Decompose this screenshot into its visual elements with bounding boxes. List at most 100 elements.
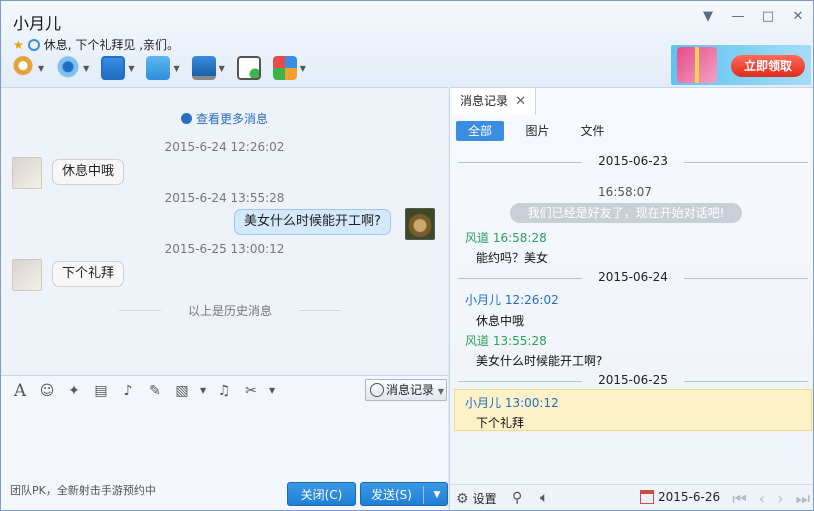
history-filters: 全部 图片 文件 xyxy=(456,121,620,141)
video-clip-icon[interactable]: ▤ xyxy=(92,382,110,400)
last-page-icon[interactable]: ⏭︎ xyxy=(796,489,810,509)
minimize-icon[interactable]: — xyxy=(731,7,745,25)
promo-banner[interactable]: 立即领取 xyxy=(671,45,811,85)
message-bubble: 下个礼拜 xyxy=(52,261,125,287)
tab-label: 消息记录 xyxy=(460,94,509,108)
voice-message-icon[interactable]: ♪ xyxy=(119,382,137,400)
avatar[interactable] xyxy=(12,157,42,189)
input-toolbar: A ☺ ✦ ▤ ♪ ✎ ▧ ▼ ♫ ✂ ▼ xyxy=(11,380,275,402)
toolbar: ▼ ▼ ▼ ▼ ▼ ▼ xyxy=(11,55,306,81)
chevron-down-icon[interactable]: ▼ xyxy=(427,483,447,507)
star-icon: ★ xyxy=(13,37,24,52)
filter-files[interactable]: 文件 xyxy=(565,121,620,141)
message-timestamp: 2015-6-24 12:26:02 xyxy=(164,140,285,154)
remote-assist-button[interactable]: ▼ xyxy=(101,55,134,81)
history-sender: 小月儿 13:00:12 xyxy=(465,396,559,410)
history-text: 下个礼拜 xyxy=(476,416,525,430)
chevron-down-icon: ▼ xyxy=(218,63,225,73)
first-page-icon[interactable]: ⏮︎ xyxy=(732,489,746,509)
input-area[interactable]: A ☺ ✦ ▤ ♪ ✎ ▧ ▼ ♫ ✂ ▼ 消息记录 ▼ 团队PK，全新射击手游… xyxy=(1,375,448,510)
contact-name: 小月儿 xyxy=(13,14,62,33)
history-footer: ⚙ 设置 ⚲ 🔈︎ 2015-6-26 ⏮︎ ‹ › ⏭︎ xyxy=(450,484,813,510)
chevron-down-icon: ▼ xyxy=(128,63,135,73)
settings-button[interactable]: ⚙ 设置 xyxy=(456,490,497,507)
message-timestamp: 2015-6-25 13:00:12 xyxy=(164,242,285,256)
chat-messages[interactable]: 查看更多消息 2015-6-24 12:26:02 休息中哦 2015-6-24… xyxy=(1,87,448,375)
next-page-icon[interactable]: › xyxy=(777,489,783,509)
date-picker-value: 2015-6-26 xyxy=(658,490,721,504)
chevron-down-icon: ▼ xyxy=(38,63,45,73)
close-icon[interactable]: ✕ xyxy=(791,7,805,25)
send-button[interactable]: 发送(S) ▼ xyxy=(360,482,448,506)
chevron-down-icon: ▼ xyxy=(83,63,90,73)
apps-button[interactable]: ▼ xyxy=(272,55,306,81)
qzone-icon[interactable] xyxy=(27,38,40,51)
message-timestamp: 2015-6-24 13:55:28 xyxy=(164,191,285,205)
date-separator: 2015-06-23 xyxy=(458,154,808,168)
history-sender: 风道 13:55:28 xyxy=(465,334,547,348)
system-message: 我们已经是好友了，现在开始对话吧! xyxy=(510,203,742,223)
speaker-icon[interactable]: 🔈︎ xyxy=(540,490,548,506)
window-controls: ▼ — □ ✕ xyxy=(701,7,805,25)
close-button[interactable]: 关闭(C) xyxy=(287,482,356,506)
screen-share-button[interactable]: ▼ xyxy=(191,55,225,81)
more-messages-link[interactable]: 查看更多消息 xyxy=(1,110,448,127)
magic-icon[interactable]: ✦ xyxy=(65,382,83,400)
edit-icon[interactable]: ✎ xyxy=(146,382,164,400)
gear-icon: ⚙ xyxy=(456,490,469,507)
date-picker[interactable]: 2015-6-26 xyxy=(640,490,720,504)
history-sender: 风道 16:58:28 xyxy=(465,231,547,245)
avatar[interactable] xyxy=(405,208,435,240)
maximize-icon[interactable]: □ xyxy=(761,7,775,25)
message-bubble: 美女什么时候能开工啊? xyxy=(234,209,391,235)
dropdown-icon[interactable]: ▼ xyxy=(701,7,715,25)
chat-window: 小月儿 ★ 休息, 下个礼拜见 ,亲们。 ▼ — □ ✕ ▼ ▼ ▼ ▼ ▼ ▼… xyxy=(0,0,814,511)
chevron-down-icon: ▼ xyxy=(299,63,306,73)
window-header: 小月儿 ★ 休息, 下个礼拜见 ,亲们。 ▼ — □ ✕ ▼ ▼ ▼ ▼ ▼ ▼… xyxy=(1,1,813,87)
video-call-button[interactable]: ▼ xyxy=(56,55,89,81)
history-sender: 小月儿 12:26:02 xyxy=(465,293,559,307)
signature-row: ★ 休息, 下个礼拜见 ,亲们。 xyxy=(13,36,179,53)
calendar-icon xyxy=(640,490,654,504)
voice-call-button[interactable]: ▼ xyxy=(11,55,44,81)
gift-icon xyxy=(677,47,717,83)
history-divider: 以上是历史消息 xyxy=(119,302,341,319)
history-text: 能约吗？美女 xyxy=(476,251,549,265)
create-group-button[interactable] xyxy=(236,55,261,81)
chevron-down-icon[interactable]: ▼ xyxy=(200,382,206,400)
filter-images[interactable]: 图片 xyxy=(510,121,565,141)
tab-message-record[interactable]: 消息记录 ✕ xyxy=(452,88,536,115)
close-icon[interactable]: ✕ xyxy=(515,88,526,115)
presentation-icon xyxy=(101,56,126,80)
message-record-button[interactable]: 消息记录 ▼ xyxy=(365,379,447,401)
ad-link[interactable]: 团队PK，全新射击手游预约中 xyxy=(10,482,156,498)
apps-grid-icon xyxy=(272,56,297,80)
emoji-icon[interactable]: ☺ xyxy=(38,382,56,400)
send-label: 发送(S) xyxy=(371,488,412,502)
send-separator xyxy=(423,486,424,504)
music-icon[interactable]: ♫ xyxy=(215,382,233,400)
avatar[interactable] xyxy=(12,259,42,291)
search-icon[interactable]: ⚲ xyxy=(512,490,522,506)
history-text: 休息中哦 xyxy=(476,314,525,328)
image-icon[interactable]: ▧ xyxy=(173,382,191,400)
clock-icon xyxy=(370,383,384,397)
prev-page-icon[interactable]: ‹ xyxy=(759,489,765,509)
history-navigation: ⏮︎ ‹ › ⏭︎ xyxy=(732,489,810,509)
chevron-down-icon: ▼ xyxy=(437,387,444,396)
camera-icon xyxy=(56,56,81,80)
claim-button[interactable]: 立即领取 xyxy=(731,55,805,77)
scissors-icon[interactable]: ✂ xyxy=(242,382,260,400)
more-messages-label: 查看更多消息 xyxy=(195,112,268,126)
microphone-icon xyxy=(11,56,35,80)
history-text: 美女什么时候能开工啊? xyxy=(476,354,603,368)
message-record-label: 消息记录 xyxy=(386,383,435,397)
chevron-down-icon: ▼ xyxy=(173,63,180,73)
filter-all[interactable]: 全部 xyxy=(456,121,504,141)
date-separator: 2015-06-24 xyxy=(458,270,808,284)
chat-add-icon xyxy=(236,56,261,80)
message-bubble: 休息中哦 xyxy=(52,159,125,185)
send-file-button[interactable]: ▼ xyxy=(146,55,180,81)
chevron-down-icon[interactable]: ▼ xyxy=(269,382,275,400)
font-icon[interactable]: A xyxy=(11,382,29,400)
